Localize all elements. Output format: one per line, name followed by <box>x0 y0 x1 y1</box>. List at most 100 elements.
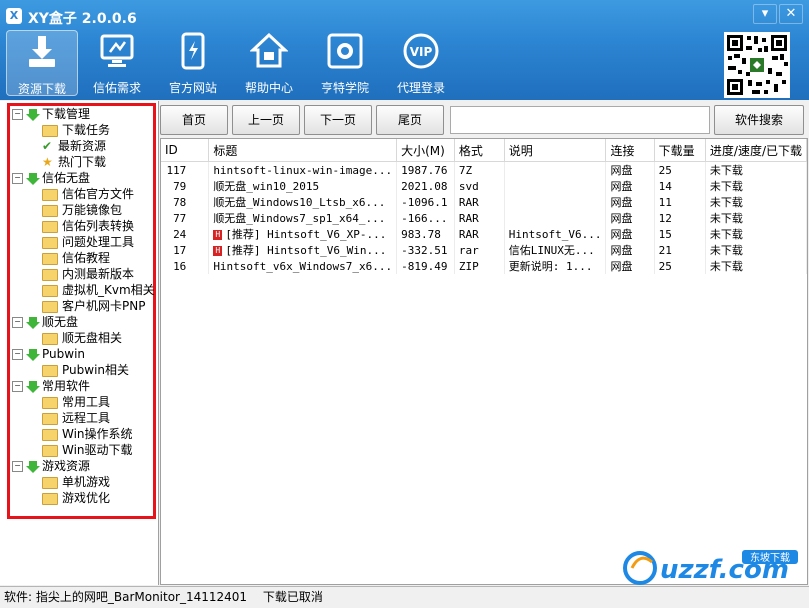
cell-text: 21 <box>658 243 672 257</box>
cell-size: -166... <box>396 210 455 226</box>
tree-item[interactable]: 信佑教程 <box>12 250 152 266</box>
collapse-toggle-icon[interactable]: − <box>12 461 23 472</box>
tree-group-node[interactable]: − 顺无盘 <box>12 314 152 330</box>
cell-format: ZIP <box>454 258 505 274</box>
cell-downloads: 15 <box>654 226 706 242</box>
cell-text: 顺无盘_Windows7_sp1_x64_... <box>213 212 386 225</box>
tree-item-label: Win操作系统 <box>62 427 133 441</box>
cell-id: 17 <box>161 242 210 258</box>
column-header[interactable]: 大小(M) <box>396 139 455 162</box>
cell-id: 79 <box>161 178 210 194</box>
folder-icon <box>42 364 58 377</box>
cell-text: 网盘 <box>610 180 633 193</box>
collapse-toggle-icon[interactable]: − <box>12 349 23 360</box>
cell-text: 网盘 <box>610 212 633 225</box>
column-header[interactable]: ID <box>161 139 210 162</box>
column-header[interactable]: 下载量 <box>654 139 706 162</box>
tree-item[interactable]: Win驱动下载 <box>12 442 152 458</box>
table-row[interactable]: 16 Hintsoft_v6x_Windows7_x6... -819.49 ZIP 更… <box>161 258 807 274</box>
tree-item[interactable]: 客户机网卡PNP <box>12 298 152 314</box>
toolbar-help-button[interactable]: 帮助中心 <box>234 30 304 95</box>
folder-icon <box>42 284 58 297</box>
tree-item-label: 远程工具 <box>62 411 111 425</box>
toolbar-requirement-button[interactable]: 信佑需求 <box>82 30 152 95</box>
cell-text: -166... <box>401 211 448 225</box>
table-row[interactable]: 77 顺无盘_Windows7_sp1_x64_... -166... RAR 网盘 12… <box>161 210 807 226</box>
tree-item[interactable]: 游戏优化 <box>12 490 152 506</box>
status-state: 下载已取消 <box>262 590 323 604</box>
cell-downloads: 25 <box>654 258 706 274</box>
tree-item[interactable]: ★ 热门下载 <box>12 154 152 170</box>
collapse-toggle-icon[interactable]: − <box>12 381 23 392</box>
tree-item-label: 客户机网卡PNP <box>62 299 146 313</box>
tree-group-node[interactable]: − 游戏资源 <box>12 458 152 474</box>
toolbar-agent-login-button[interactable]: VIP 代理登录 <box>386 30 456 95</box>
toolbar-website-button[interactable]: 官方网站 <box>158 30 228 95</box>
tree-group-node[interactable]: − 常用软件 <box>12 378 152 394</box>
tree-item[interactable]: 信佑官方文件 <box>12 186 152 202</box>
tree-item[interactable]: 顺无盘相关 <box>12 330 152 346</box>
table-row[interactable]: 17 H [推荐] Hintsoft_V6_Win... -332.51 rar 信佑LI… <box>161 242 807 258</box>
tree-item[interactable]: 虚拟机_Kvm相关 <box>12 282 155 298</box>
tree-item[interactable]: Pubwin相关 <box>12 362 152 378</box>
tree-item-label: 信佑列表转换 <box>62 219 135 233</box>
table-row[interactable]: 24 H [推荐] Hintsoft_V6_XP-... 983.78 RAR Hints… <box>161 226 807 242</box>
minimize-icon[interactable]: ▾ <box>753 4 777 24</box>
toolbar-academy-button[interactable]: 亨特学院 <box>310 30 380 95</box>
tree-item[interactable]: 常用工具 <box>12 394 152 410</box>
tree-group-node[interactable]: − 信佑无盘 <box>12 170 152 186</box>
cell-text: 网盘 <box>610 196 633 209</box>
prev-page-button[interactable]: 上一页 <box>232 105 300 135</box>
qr-code-icon <box>724 32 790 98</box>
tree-item[interactable]: 问题处理工具 <box>12 234 152 250</box>
monitor-icon <box>100 34 134 67</box>
table-row[interactable]: 78 顺无盘_Windows10_Ltsb_x6... -1096.1 RAR 网盘 11… <box>161 194 807 210</box>
cell-text: ZIP <box>458 259 479 273</box>
cell-text: 未下载 <box>709 164 743 177</box>
cell-title: hintsoft-linux-win-image... <box>208 161 398 178</box>
search-input[interactable] <box>450 106 710 134</box>
toolbar-download-button[interactable]: 资源下载 <box>6 30 78 96</box>
folder-icon <box>42 188 58 201</box>
collapse-toggle-icon[interactable]: − <box>12 173 23 184</box>
next-page-button[interactable]: 下一页 <box>304 105 372 135</box>
last-page-button[interactable]: 尾页 <box>376 105 444 135</box>
tree-item-label: Pubwin相关 <box>62 363 130 377</box>
tree-item[interactable]: 下载任务 <box>12 122 152 138</box>
table-row[interactable]: 79 顺无盘_win10_2015 2021.08 svd 网盘 14 未下载 <box>161 178 807 194</box>
cell-title: 顺无盘_win10_2015 <box>208 178 398 194</box>
cell-id: 117 <box>161 161 210 178</box>
close-icon[interactable]: ✕ <box>779 4 803 24</box>
toolbar-label: 官方网站 <box>168 81 217 95</box>
cell-text: 网盘 <box>610 228 633 241</box>
column-header[interactable]: 标题 <box>208 139 398 162</box>
table-row[interactable]: 117 hintsoft-linux-win-image... 1987.76 7Z 网… <box>161 161 807 178</box>
tree-group-node[interactable]: − 下载管理 <box>12 106 152 122</box>
cell-size: 983.78 <box>396 226 455 242</box>
cell-size: 2021.08 <box>396 178 455 194</box>
column-header[interactable]: 连接 <box>605 139 655 162</box>
column-header[interactable]: 进度/速度/已下载 <box>705 139 807 162</box>
cell-text: 更新说明: 1... <box>508 260 593 273</box>
tree-item[interactable]: Win操作系统 <box>12 426 152 442</box>
cell-progress: 未下载 <box>705 194 807 210</box>
tree-item[interactable]: 远程工具 <box>12 410 152 426</box>
tree-item[interactable]: ✔ 最新资源 <box>12 138 152 154</box>
collapse-toggle-icon[interactable]: − <box>12 109 23 120</box>
tree-item[interactable]: 信佑列表转换 <box>12 218 152 234</box>
tree-item-label: 信佑教程 <box>62 251 111 265</box>
cell-desc <box>504 194 607 210</box>
tree-item-label: 下载任务 <box>62 123 111 137</box>
collapse-toggle-icon[interactable]: − <box>12 317 23 328</box>
search-button[interactable]: 软件搜索 <box>714 105 804 135</box>
star-icon: ★ <box>42 155 53 169</box>
tree-group-node[interactable]: − Pubwin <box>12 346 152 362</box>
tree-item[interactable]: 单机游戏 <box>12 474 152 490</box>
tree-item[interactable]: 内测最新版本 <box>12 266 152 282</box>
cell-downloads: 11 <box>654 194 706 210</box>
first-page-button[interactable]: 首页 <box>160 105 228 135</box>
cell-link: 网盘 <box>605 161 655 178</box>
column-header[interactable]: 格式 <box>454 139 505 162</box>
tree-item[interactable]: 万能镜像包 <box>12 202 152 218</box>
column-header[interactable]: 说明 <box>504 139 607 162</box>
